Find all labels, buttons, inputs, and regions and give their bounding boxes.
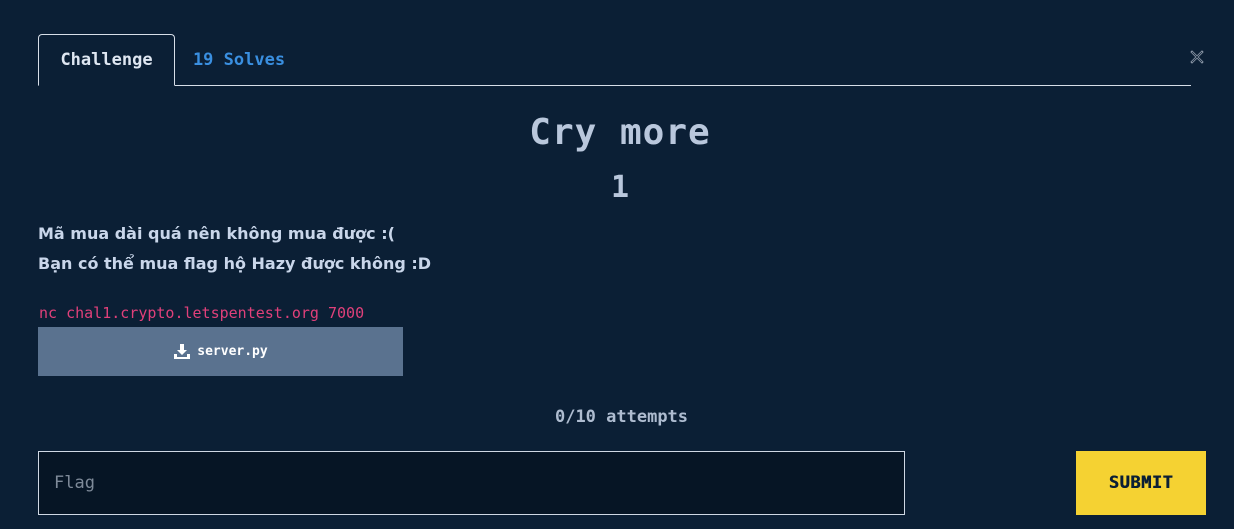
attempts-counter: 0/10 attempts [554, 407, 689, 427]
submit-button[interactable]: SUBMIT [1076, 451, 1206, 515]
challenge-points: 1 [610, 170, 630, 205]
tab-challenge[interactable]: Challenge [38, 34, 175, 86]
connection-command: nc chal1.crypto.letspentest.org 7000 [39, 304, 365, 322]
tab-solves[interactable]: 19 Solves [184, 34, 294, 85]
download-file-name: server.py [197, 344, 268, 359]
close-button[interactable] [1188, 48, 1206, 66]
download-icon [174, 344, 191, 359]
close-icon[interactable] [1190, 50, 1204, 64]
description-line-2: Bạn có thể mua flag hộ Hazy được không :… [38, 254, 432, 273]
challenge-tabs: Challenge 19 Solves [38, 34, 1191, 86]
download-file-button[interactable]: server.py [38, 327, 403, 376]
flag-input[interactable] [38, 451, 905, 515]
challenge-title: Cry more [529, 112, 711, 153]
description-line-1: Mã mua dài quá nên không mua được :( [38, 224, 395, 243]
